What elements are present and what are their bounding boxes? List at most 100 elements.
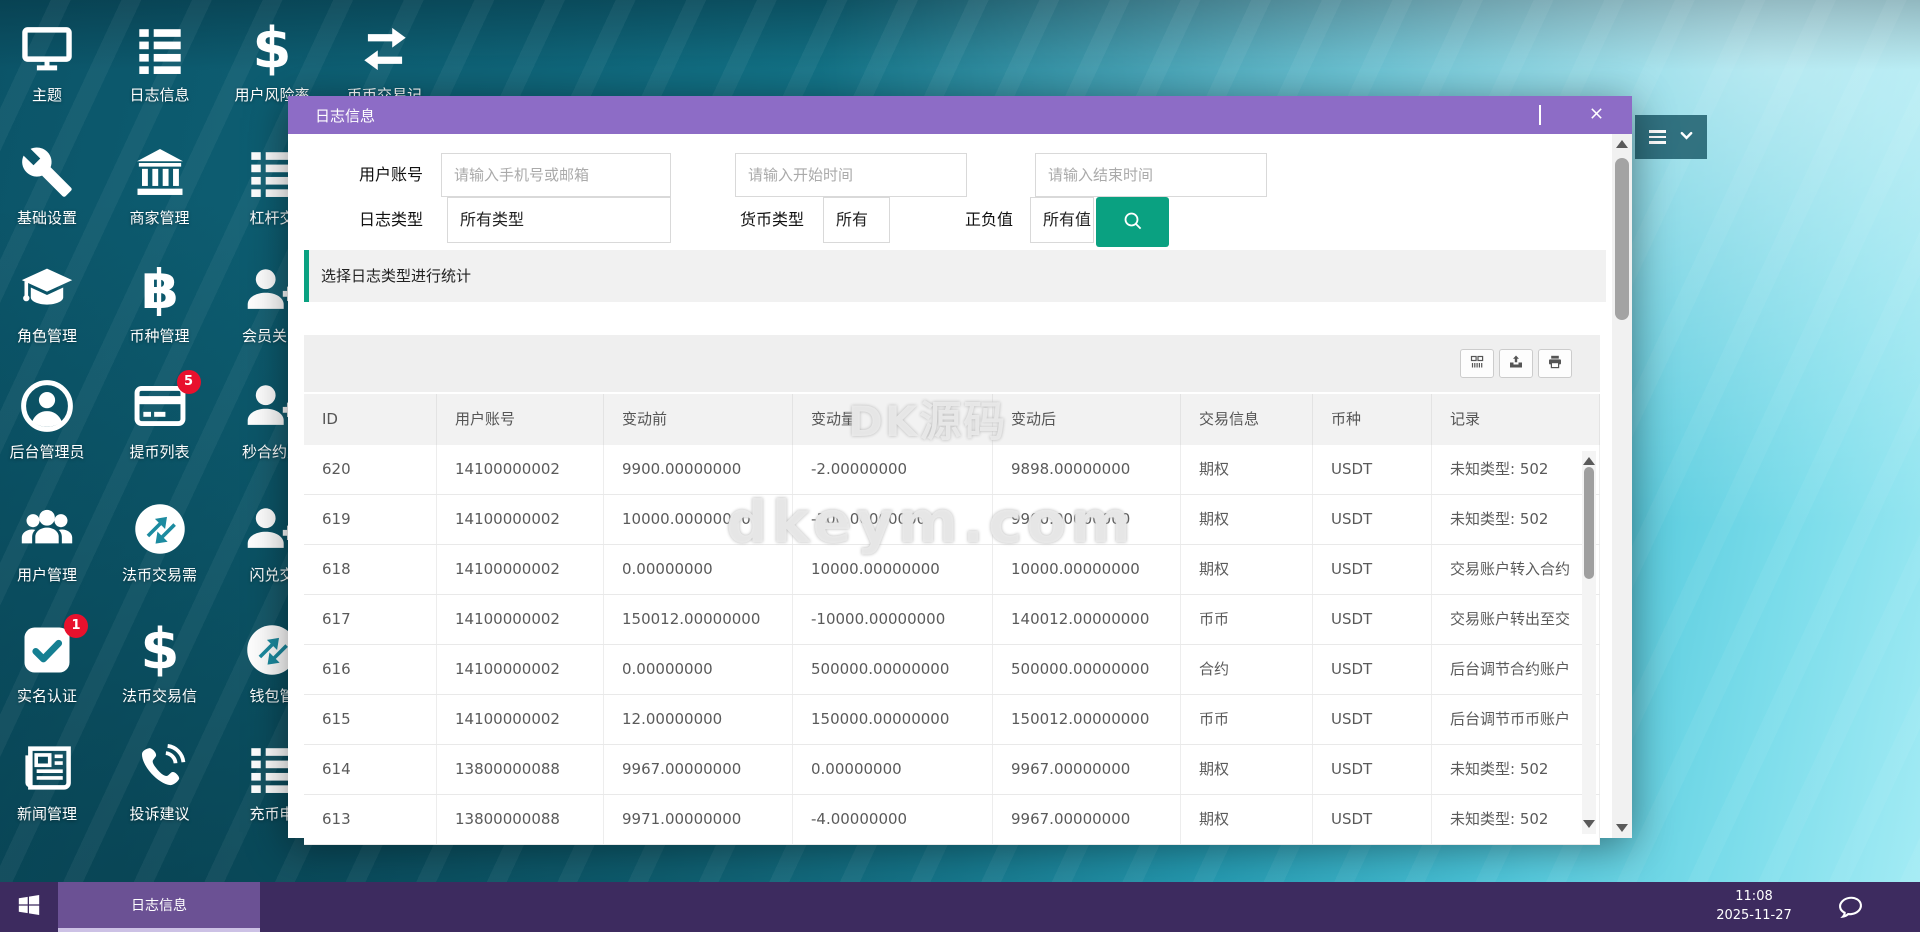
columns-button[interactable] xyxy=(1460,349,1494,378)
desktop-app-label: 商家管理 xyxy=(129,209,190,227)
table-row[interactable]: 620 14100000002 9900.00000000 -2.00000000 98… xyxy=(304,445,1600,495)
magnifier-icon xyxy=(1121,209,1145,236)
table-row[interactable]: 619 14100000002 10000.00000000 -100.0000000… xyxy=(304,495,1600,545)
table-cell: USDT xyxy=(1313,745,1432,794)
desktop-app-5[interactable]: 基础设置 xyxy=(0,143,102,228)
taskbar-clock[interactable]: 11:08 2025-11-27 xyxy=(1698,882,1810,932)
table-cell: 619 xyxy=(304,495,437,544)
desktop-app-9[interactable]: ฿ 币种管理 xyxy=(105,261,215,346)
columns-icon xyxy=(1469,354,1485,374)
desktop-app-label: 币种管理 xyxy=(129,327,190,345)
table-body: 620 14100000002 9900.00000000 -2.00000000 98… xyxy=(304,445,1600,845)
start-button[interactable] xyxy=(0,882,58,932)
desktop-app-11[interactable]: 后台管理员 xyxy=(0,377,102,462)
table-cell: 9967.00000000 xyxy=(993,745,1181,794)
table-cell: 150012.00000000 xyxy=(993,695,1181,744)
table-cell: 9967.00000000 xyxy=(604,745,793,794)
table-cell: 9971.00000000 xyxy=(604,795,793,844)
desktop-app-18[interactable]: $ 法币交易信 xyxy=(105,621,215,706)
desktop-app-3[interactable]: $ 用户风险率 xyxy=(217,20,327,105)
table-row[interactable]: 613 13800000088 9971.00000000 -4.00000000 99… xyxy=(304,795,1600,845)
news-icon xyxy=(0,739,102,797)
end-time-input[interactable] xyxy=(1035,153,1267,197)
desktop-app-8[interactable]: 角色管理 xyxy=(0,261,102,346)
desktop-app-17[interactable]: 1 实名认证 xyxy=(0,614,102,706)
desktop-app-1[interactable]: 主题 xyxy=(0,20,102,105)
close-button[interactable] xyxy=(1568,96,1624,134)
desktop-app-label: 主题 xyxy=(31,86,62,104)
table-row[interactable]: 614 13800000088 9967.00000000 0.00000000 996… xyxy=(304,745,1600,795)
desktop-app-6[interactable]: 商家管理 xyxy=(105,143,215,228)
window-controls xyxy=(1456,96,1624,134)
table-cell: 14100000002 xyxy=(437,445,604,494)
minimize-button[interactable] xyxy=(1456,96,1512,134)
table-cell: 币币 xyxy=(1181,695,1313,744)
table-cell: 期权 xyxy=(1181,445,1313,494)
svg-text:฿: ฿ xyxy=(141,263,179,317)
bitcoin-icon: ฿ xyxy=(105,261,215,319)
table-cell: -4.00000000 xyxy=(793,795,993,844)
desktop-app-12[interactable]: 5 提币列表 xyxy=(105,370,215,462)
notification-badge: 1 xyxy=(64,614,88,638)
taskbar: 日志信息 11:08 2025-11-27 xyxy=(0,882,1920,932)
notice-banner: 选择日志类型进行统计 xyxy=(304,250,1606,302)
chat-bubble-icon[interactable] xyxy=(1830,888,1870,927)
desktop-app-label: 法币交易需 xyxy=(121,566,197,584)
window-title: 日志信息 xyxy=(315,106,376,125)
table-cell: 140012.00000000 xyxy=(993,595,1181,644)
log-type-select[interactable]: 所有类型 xyxy=(447,197,671,243)
table-cell: 未知类型: 502 xyxy=(1432,795,1600,844)
column-header: 交易信息 xyxy=(1181,394,1313,445)
table-cell: 620 xyxy=(304,445,437,494)
print-button[interactable] xyxy=(1538,349,1572,378)
table-row[interactable]: 617 14100000002 150012.00000000 -10000.0000… xyxy=(304,595,1600,645)
table-cell: 后台调节合约账户 xyxy=(1432,645,1600,694)
table-cell: USDT xyxy=(1313,595,1432,644)
taskbar-task-log-info[interactable]: 日志信息 xyxy=(58,882,260,932)
table-cell: -2.00000000 xyxy=(793,445,993,494)
table-cell: 150012.00000000 xyxy=(604,595,793,644)
table-row[interactable]: 615 14100000002 12.00000000 150000.00000000… xyxy=(304,695,1600,745)
table-cell: 500000.00000000 xyxy=(993,645,1181,694)
table-cell: 14100000002 xyxy=(437,545,604,594)
maximize-button[interactable] xyxy=(1512,96,1568,134)
desktop-app-2[interactable]: 日志信息 xyxy=(105,20,215,105)
table-cell: 期权 xyxy=(1181,745,1313,794)
desktop-app-21[interactable]: 投诉建议 xyxy=(105,739,215,824)
card-icon: 5 xyxy=(105,370,215,435)
desktop-app-label: 法币交易信 xyxy=(121,687,197,705)
desktop-menu-button[interactable] xyxy=(1635,115,1707,159)
table-cell: 13800000088 xyxy=(437,745,604,794)
table-cell: 10000.00000000 xyxy=(604,495,793,544)
table-row[interactable]: 616 14100000002 0.00000000 500000.00000000 5… xyxy=(304,645,1600,695)
export-button[interactable] xyxy=(1499,349,1533,378)
table-scrollbar[interactable] xyxy=(1582,451,1596,834)
print-icon xyxy=(1547,354,1563,374)
table-cell: 未知类型: 502 xyxy=(1432,445,1600,494)
phone-icon xyxy=(105,739,215,797)
table-cell: 615 xyxy=(304,695,437,744)
desktop-app-15[interactable]: 法币交易需 xyxy=(105,500,215,585)
list-icon xyxy=(105,20,215,78)
search-button[interactable] xyxy=(1096,197,1169,247)
window-scrollbar[interactable] xyxy=(1612,134,1632,838)
desktop-app-label: 新闻管理 xyxy=(16,805,77,823)
window-titlebar[interactable]: 日志信息 xyxy=(288,96,1632,134)
table-row[interactable]: 618 14100000002 0.00000000 10000.00000000 10… xyxy=(304,545,1600,595)
table-cell: USDT xyxy=(1313,695,1432,744)
start-time-input[interactable] xyxy=(735,153,967,197)
column-header: 记录 xyxy=(1432,394,1600,445)
notification-badge: 5 xyxy=(176,370,201,394)
dollar-icon: $ xyxy=(105,621,215,679)
log-type-label: 日志类型 xyxy=(358,210,423,229)
sign-select[interactable]: 所有值 xyxy=(1030,197,1094,243)
desktop-app-20[interactable]: 新闻管理 xyxy=(0,739,102,824)
desktop-app-label: 提币列表 xyxy=(129,443,190,461)
table-cell: 期权 xyxy=(1181,545,1313,594)
table-cell: 14100000002 xyxy=(437,645,604,694)
account-input[interactable] xyxy=(441,153,671,197)
desktop-app-14[interactable]: 用户管理 xyxy=(0,500,102,585)
desktop-app-label: 用户管理 xyxy=(16,566,77,584)
desktop-app-4[interactable]: 币币交易记 xyxy=(330,20,440,105)
admin-user-icon xyxy=(0,377,102,435)
